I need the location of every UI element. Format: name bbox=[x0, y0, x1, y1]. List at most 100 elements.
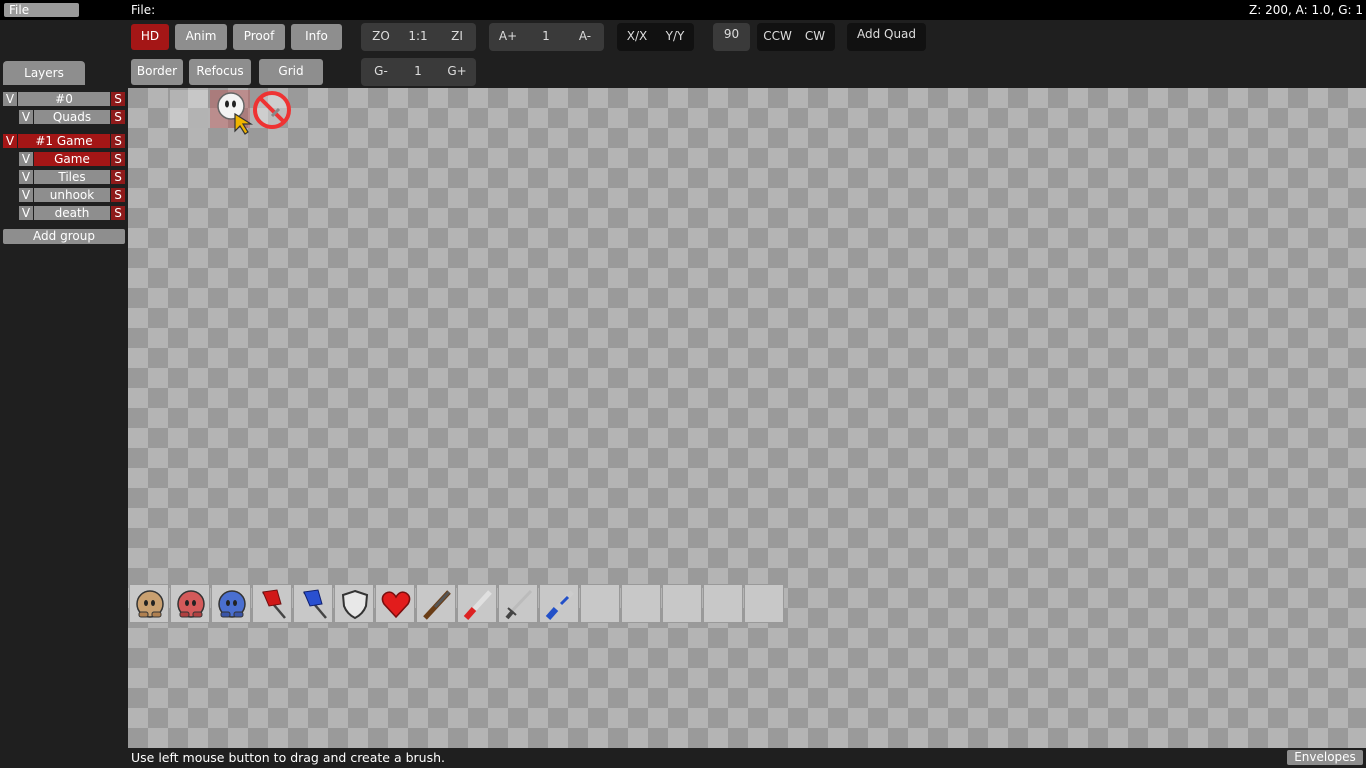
group-solo-toggle[interactable]: S bbox=[111, 134, 125, 148]
group-name[interactable]: #1 Game bbox=[18, 134, 110, 148]
info-button[interactable]: Info bbox=[291, 24, 342, 50]
red-flag-icon bbox=[262, 589, 286, 619]
palette-slot[interactable] bbox=[375, 584, 415, 623]
palette-slot[interactable] bbox=[334, 584, 374, 623]
layer-solo-toggle[interactable]: S bbox=[111, 170, 125, 184]
zoom-group: ZO 1:1 ZI bbox=[361, 23, 476, 51]
rotate-cw-button[interactable]: CW bbox=[797, 24, 833, 50]
shield-icon bbox=[341, 589, 369, 620]
grid-factor-group: G- 1 G+ bbox=[361, 58, 476, 86]
layer-solo-toggle[interactable]: S bbox=[111, 152, 125, 166]
tee-blue-icon bbox=[218, 590, 246, 618]
layer-solo-toggle[interactable]: S bbox=[111, 110, 125, 124]
mouse-cursor-icon bbox=[234, 112, 254, 135]
layer-name[interactable]: death bbox=[34, 206, 110, 220]
layer-visibility-toggle[interactable]: V bbox=[19, 110, 33, 124]
flip-y-button[interactable]: Y/Y bbox=[657, 24, 693, 50]
palette-slot-empty[interactable] bbox=[621, 584, 661, 623]
grid-factor-value: 1 bbox=[414, 64, 422, 78]
proof-group: Proof bbox=[233, 23, 285, 51]
heart-icon bbox=[381, 591, 411, 619]
layer-row-death[interactable]: V death S bbox=[19, 206, 125, 220]
anim-speed-down-button[interactable]: A- bbox=[569, 24, 601, 50]
tee-brown-icon bbox=[136, 590, 164, 618]
palette-slot[interactable] bbox=[129, 584, 169, 623]
grid-button[interactable]: Grid bbox=[259, 59, 323, 85]
info-group: Info bbox=[291, 23, 342, 51]
group-visibility-toggle[interactable]: V bbox=[3, 92, 17, 106]
flip-group: X/X Y/Y bbox=[617, 23, 694, 51]
menu-bar bbox=[0, 0, 1366, 20]
group-name[interactable]: #0 bbox=[18, 92, 110, 106]
zoom-reset-button[interactable]: 1:1 bbox=[401, 24, 435, 50]
palette-slot[interactable] bbox=[252, 584, 292, 623]
palette-slot[interactable] bbox=[416, 584, 456, 623]
layer-solo-toggle[interactable]: S bbox=[111, 206, 125, 220]
map-canvas[interactable] bbox=[128, 88, 1366, 748]
grenade-launcher-icon bbox=[463, 590, 492, 620]
anim-speed-up-button[interactable]: A+ bbox=[493, 24, 523, 50]
grid-group: Grid bbox=[259, 58, 323, 86]
border-button[interactable]: Border bbox=[131, 59, 183, 85]
palette-slot-empty[interactable] bbox=[703, 584, 743, 623]
rotate-ccw-button[interactable]: CCW bbox=[759, 24, 796, 50]
laser-rifle-icon bbox=[545, 590, 574, 620]
layer-name[interactable]: Quads bbox=[34, 110, 110, 124]
refocus-button[interactable]: Refocus bbox=[189, 59, 251, 85]
add-quad-group: Add Quad bbox=[847, 23, 926, 51]
palette-slot[interactable] bbox=[293, 584, 333, 623]
rotate-angle-group: 90 bbox=[713, 23, 750, 51]
tile-selection-highlight bbox=[170, 90, 208, 128]
layer-solo-toggle[interactable]: S bbox=[111, 188, 125, 202]
file-path-label: File: bbox=[131, 3, 156, 17]
add-quad-button[interactable]: Add Quad bbox=[849, 22, 924, 48]
layer-visibility-toggle[interactable]: V bbox=[19, 188, 33, 202]
palette-slot[interactable] bbox=[498, 584, 538, 623]
zoom-info: Z: 200, A: 1.0, G: 1 bbox=[1249, 3, 1363, 17]
no-hook-icon bbox=[253, 91, 291, 129]
add-group-button[interactable]: Add group bbox=[3, 229, 125, 244]
layer-visibility-toggle[interactable]: V bbox=[19, 152, 33, 166]
hd-button[interactable]: HD bbox=[131, 24, 169, 50]
refocus-group: Refocus bbox=[189, 58, 251, 86]
flip-x-button[interactable]: X/X bbox=[619, 24, 655, 50]
layer-row-tiles[interactable]: V Tiles S bbox=[19, 170, 125, 184]
layer-visibility-toggle[interactable]: V bbox=[19, 206, 33, 220]
rotate-angle-value[interactable]: 90 bbox=[715, 22, 748, 48]
zoom-out-button[interactable]: ZO bbox=[365, 24, 397, 50]
layer-name[interactable]: Tiles bbox=[34, 170, 110, 184]
palette-slot[interactable] bbox=[457, 584, 497, 623]
envelopes-button[interactable]: Envelopes bbox=[1287, 750, 1363, 765]
anim-group: Anim bbox=[175, 23, 227, 51]
group-row-0[interactable]: V #0 S bbox=[3, 92, 125, 106]
proof-button[interactable]: Proof bbox=[233, 24, 285, 50]
sword-icon bbox=[505, 589, 533, 620]
tee-red-icon bbox=[177, 590, 205, 618]
palette-slot-empty[interactable] bbox=[662, 584, 702, 623]
tab-layers[interactable]: Layers bbox=[3, 61, 85, 85]
file-menu-button[interactable]: File bbox=[4, 3, 79, 17]
layer-row-game[interactable]: V Game S bbox=[19, 152, 125, 166]
anim-speed-group: A+ 1 A- bbox=[489, 23, 604, 51]
palette-slot-empty[interactable] bbox=[580, 584, 620, 623]
grid-factor-down-button[interactable]: G- bbox=[365, 59, 397, 85]
anim-button[interactable]: Anim bbox=[175, 24, 227, 50]
hd-group: HD bbox=[131, 23, 171, 51]
layer-name[interactable]: Game bbox=[34, 152, 110, 166]
group-solo-toggle[interactable]: S bbox=[111, 92, 125, 106]
group-visibility-toggle[interactable]: V bbox=[3, 134, 17, 148]
blue-flag-icon bbox=[303, 589, 327, 619]
layer-row-quads[interactable]: V Quads S bbox=[19, 110, 125, 124]
layer-row-unhook[interactable]: V unhook S bbox=[19, 188, 125, 202]
palette-slot[interactable] bbox=[211, 584, 251, 623]
status-hint: Use left mouse button to drag and create… bbox=[131, 750, 446, 765]
palette-slot-empty[interactable] bbox=[744, 584, 784, 623]
group-row-1[interactable]: V #1 Game S bbox=[3, 134, 125, 148]
palette-slot[interactable] bbox=[170, 584, 210, 623]
grid-factor-up-button[interactable]: G+ bbox=[441, 59, 473, 85]
palette-slot[interactable] bbox=[539, 584, 579, 623]
border-group: Border bbox=[131, 58, 183, 86]
zoom-in-button[interactable]: ZI bbox=[441, 24, 473, 50]
layer-name[interactable]: unhook bbox=[34, 188, 110, 202]
layer-visibility-toggle[interactable]: V bbox=[19, 170, 33, 184]
